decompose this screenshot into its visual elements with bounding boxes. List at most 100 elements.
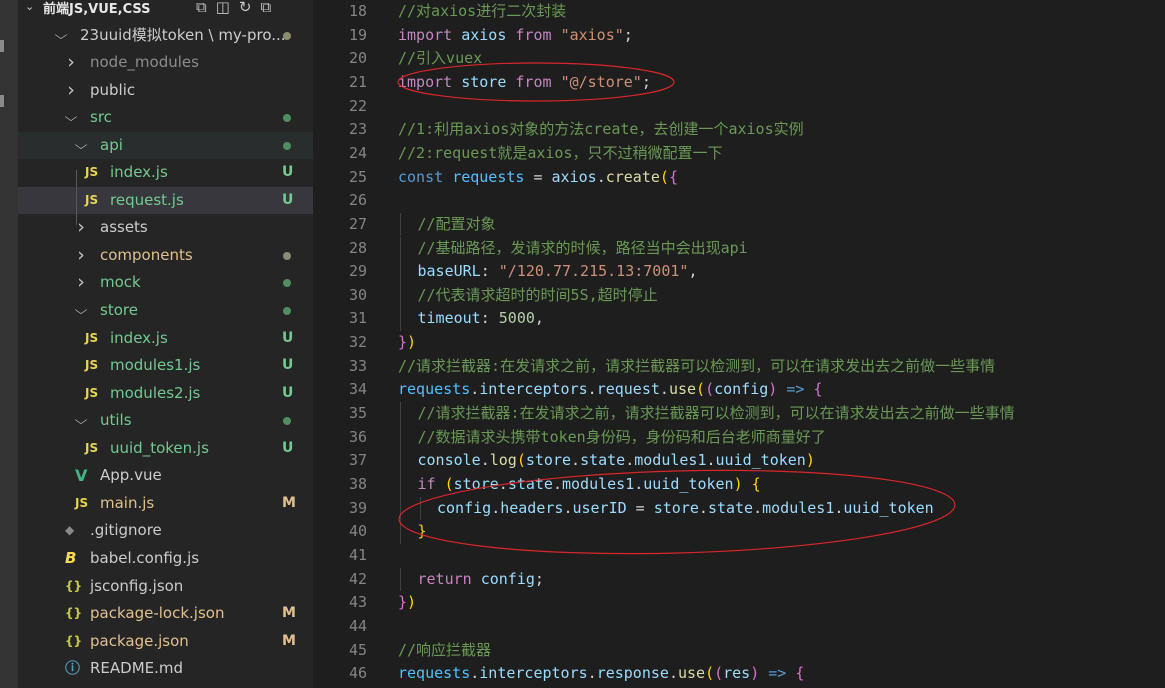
code-token: =>: [786, 380, 805, 399]
tree-row[interactable]: JS modules1.js U: [18, 352, 313, 379]
line-number: 24: [348, 143, 367, 162]
code-token: create: [605, 167, 660, 186]
chevron-right-icon[interactable]: ›: [75, 242, 87, 269]
collapse-all-icon[interactable]: ⧉: [260, 0, 280, 16]
code-line[interactable]: config.headers.userID = store.state.modu…: [437, 497, 934, 521]
tree-row[interactable]: {} package.json M: [18, 628, 313, 655]
code-line[interactable]: //引入vuex: [398, 47, 482, 71]
chevron-down-icon[interactable]: ⌵: [63, 104, 80, 131]
code-token: ): [733, 475, 743, 493]
tree-row[interactable]: {} package-lock.json M: [18, 600, 313, 627]
code-line[interactable]: requests.interceptors.response.use((res)…: [398, 662, 804, 686]
chevron-down-icon[interactable]: ⌄: [25, 0, 34, 13]
code-line[interactable]: //请求拦截器:在发请求之前，请求拦截器可以检测到，可以在请求发出去之前做一些事…: [398, 355, 995, 379]
chevron-down-icon[interactable]: ⌵: [53, 22, 70, 49]
indent-guide: [400, 236, 401, 261]
tree-row[interactable]: {} jsconfig.json: [18, 573, 313, 600]
tree-row[interactable]: › public: [18, 77, 313, 104]
tree-row[interactable]: JS request.js U: [18, 186, 313, 214]
code-line[interactable]: }): [398, 591, 416, 615]
tree-row[interactable]: ◆ .gitignore: [18, 517, 313, 544]
code-token: =: [626, 498, 654, 517]
code-line[interactable]: //1:利用axios对象的方法create，去创建一个axios实例: [398, 118, 804, 142]
tree-row-label: src: [90, 108, 112, 127]
code-token: ,: [534, 309, 544, 328]
code-line[interactable]: import axios from "axios";: [398, 24, 633, 48]
chevron-right-icon[interactable]: ›: [65, 77, 77, 104]
tree-row[interactable]: JS index.js U: [18, 159, 313, 186]
code-line[interactable]: console.log(store.state.modules1.uuid_to…: [418, 449, 815, 473]
workspace-title: 前端JS,VUE,CSS: [43, 2, 151, 17]
code-token: .: [587, 380, 597, 399]
code-token: .: [552, 475, 562, 493]
code-line[interactable]: requests.interceptors.request.use((confi…: [398, 378, 822, 402]
code-line[interactable]: timeout: 5000,: [418, 307, 544, 331]
code-token: ;: [623, 25, 633, 44]
code-token: state: [707, 498, 754, 517]
tree-row[interactable]: Bbabel.config.js: [18, 545, 313, 572]
tree-row[interactable]: › node_modules: [18, 49, 313, 76]
code-token: {: [813, 380, 823, 399]
tree-row[interactable]: ⌵ api: [18, 131, 313, 159]
tree-row-label: store: [100, 301, 138, 319]
code-line[interactable]: //代表请求超时的时间5S,超时停止: [418, 284, 658, 308]
tree-row-label: jsconfig.json: [90, 576, 184, 595]
tree-row[interactable]: ⓘ README.md: [18, 655, 313, 682]
code-token: .: [571, 451, 581, 470]
code-editor[interactable]: //对axios进行二次封装 import axios from "axios";…: [373, 0, 1165, 688]
code-token: (: [705, 664, 715, 683]
tree-row[interactable]: ⌵ utils: [18, 407, 313, 434]
info-file-icon: ⓘ: [65, 659, 81, 678]
tree-row[interactable]: ⌵ 23uuid模拟token \ my-pro...: [18, 22, 313, 49]
babel-file-icon: B: [65, 548, 77, 567]
code-line[interactable]: }): [398, 331, 416, 355]
code-line[interactable]: //响应拦截器: [398, 639, 491, 663]
code-line[interactable]: }: [418, 520, 427, 544]
tree-row[interactable]: › mock: [18, 269, 313, 296]
code-line[interactable]: return config;: [418, 568, 544, 592]
refresh-icon[interactable]: ↻: [239, 0, 261, 16]
tree-row[interactable]: JS uuid_token.js U: [18, 435, 313, 462]
code-token: timeout: [417, 309, 481, 328]
code-token: "axios": [560, 25, 624, 44]
tree-row[interactable]: › components: [18, 242, 313, 269]
explorer-actions: ⧉◫↻⧉: [196, 0, 280, 16]
code-line[interactable]: if (store.state.modules1.uuid_token) {: [418, 473, 761, 497]
code-line[interactable]: //请求拦截器:在发请求之前，请求拦截器可以检测到，可以在请求发出去之前做一些事…: [418, 402, 1015, 426]
code-token: }: [398, 333, 408, 352]
code-line[interactable]: baseURL: "/120.77.215.13:7001",: [418, 260, 698, 284]
chevron-right-icon[interactable]: ›: [75, 269, 87, 296]
tree-row[interactable]: › assets: [18, 214, 313, 241]
line-number: 23: [348, 120, 367, 139]
new-file-icon[interactable]: ⧉: [196, 0, 216, 16]
code-line[interactable]: const requests = axios.create({: [398, 166, 678, 190]
chevron-down-icon[interactable]: ⌵: [73, 132, 90, 159]
code-line[interactable]: import store from "@/store";: [398, 71, 651, 95]
indent-guide: [400, 402, 401, 426]
code-line[interactable]: //数据请求头携带token身份码，身份码和后台老师商量好了: [418, 426, 826, 450]
tree-row[interactable]: ⌵ src: [18, 104, 313, 131]
code-token: "/120.77.215.13:7001": [498, 262, 689, 281]
code-token: modules1: [562, 475, 635, 493]
tree-row[interactable]: ⌵ store: [18, 297, 313, 324]
code-line[interactable]: //基础路径，发请求的时候，路径当中会出现api: [418, 237, 748, 261]
code-token: requests: [398, 664, 471, 683]
chevron-down-icon[interactable]: ⌵: [73, 297, 90, 324]
new-folder-icon[interactable]: ◫: [216, 0, 239, 16]
code-token: config: [480, 569, 535, 588]
code-line[interactable]: //2:request就是axios，只不过稍微配置一下: [398, 142, 723, 166]
chevron-down-icon[interactable]: ⌵: [73, 407, 90, 434]
chevron-right-icon[interactable]: ›: [65, 49, 77, 76]
code-token: .: [491, 498, 501, 517]
tree-row[interactable]: JS modules2.js U: [18, 380, 313, 407]
code-line[interactable]: //对axios进行二次封装: [398, 0, 566, 24]
code-line[interactable]: //配置对象: [418, 213, 496, 237]
tree-row[interactable]: V App.vue: [18, 462, 313, 489]
line-number: 37: [348, 451, 367, 470]
line-number: 20: [348, 49, 367, 68]
tree-row[interactable]: JS main.js M: [18, 490, 313, 517]
tree-row[interactable]: JS index.js U: [18, 325, 313, 352]
code-token: 5000: [498, 309, 535, 328]
